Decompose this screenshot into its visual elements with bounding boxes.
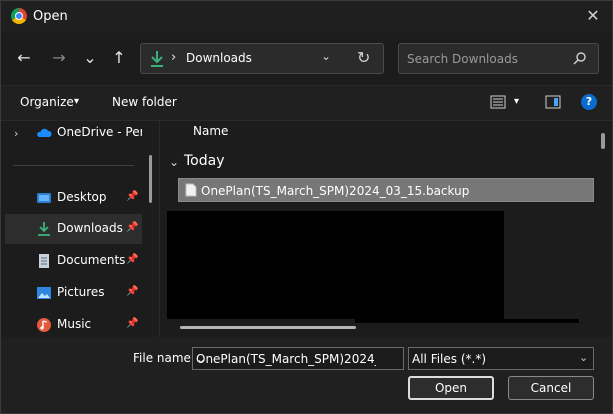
preview-pane-icon[interactable] <box>545 95 561 109</box>
search-box[interactable]: Search Downloads <box>398 43 599 74</box>
redacted-area <box>355 319 579 323</box>
search-input[interactable]: Search Downloads <box>407 52 518 66</box>
group-collapse-icon[interactable]: ⌄ <box>169 155 179 169</box>
sidebar-item-label: OneDrive - Perso <box>57 125 142 139</box>
sidebar-item-label: Pictures <box>57 285 105 299</box>
sidebar-item-music[interactable]: Music 📌 <box>5 310 142 340</box>
column-header-name[interactable]: Name <box>193 124 228 138</box>
file-name: OnePlan(TS_March_SPM)2024_03_15.backup <box>201 184 470 198</box>
desktop-icon <box>37 193 51 203</box>
sidebar-item-label: Documents <box>57 253 126 267</box>
pin-icon: 📌 <box>126 286 139 297</box>
file-name-label: File name: <box>133 351 195 365</box>
breadcrumb-separator: › <box>171 50 177 65</box>
open-button[interactable]: Open <box>408 376 494 400</box>
organize-dropdown-icon[interactable]: ▾ <box>74 96 79 107</box>
pin-icon: 📌 <box>126 318 139 329</box>
sidebar-item-label: Music <box>57 317 92 331</box>
refresh-icon[interactable]: ↻ <box>357 48 370 67</box>
pin-icon: 📌 <box>126 222 139 233</box>
sidebar-divider <box>13 165 134 166</box>
back-button[interactable]: ← <box>13 46 35 70</box>
search-icon <box>573 52 586 65</box>
sidebar-item-pictures[interactable]: Pictures 📌 <box>5 278 142 308</box>
chevron-down-icon[interactable]: ⌄ <box>196 352 376 366</box>
chevron-down-icon[interactable]: ⌄ <box>579 351 588 364</box>
address-bar[interactable]: › Downloads ⌄ ↻ <box>140 43 384 74</box>
pane-divider[interactable] <box>159 119 160 337</box>
window-title: Open <box>33 9 68 24</box>
file-name-field[interactable]: OnePlan(TS_March_SPM)2024_03_ ⌄ <box>192 347 404 370</box>
file-icon <box>185 183 197 197</box>
view-list-icon[interactable] <box>490 95 506 109</box>
sidebar-item-downloads[interactable]: Downloads 📌 <box>5 214 142 244</box>
pictures-icon <box>37 287 51 299</box>
cloud-icon <box>37 128 52 137</box>
download-icon <box>151 51 163 67</box>
command-bar: Organize ▾ New folder ▾ ? <box>1 85 612 121</box>
sidebar-item-onedrive[interactable]: OneDrive - Perso <box>5 118 142 148</box>
music-icon <box>37 318 51 332</box>
cancel-button[interactable]: Cancel <box>508 376 594 400</box>
open-dialog: Open ✕ ← → ⌄ ↑ › Downloads ⌄ ↻ Search Do… <box>0 0 613 414</box>
breadcrumb-downloads[interactable]: Downloads <box>186 51 252 65</box>
horizontal-scrollbar[interactable] <box>180 326 356 329</box>
download-icon <box>38 222 50 236</box>
documents-icon <box>39 254 49 268</box>
organize-button[interactable]: Organize <box>20 95 74 109</box>
redacted-area <box>167 211 504 319</box>
content-scrollbar[interactable] <box>601 133 605 149</box>
sidebar-scrollbar[interactable] <box>149 155 152 203</box>
file-type-value: All Files (*.*) <box>412 352 487 366</box>
file-type-select[interactable]: All Files (*.*) ⌄ <box>408 347 594 370</box>
pin-icon: 📌 <box>126 254 139 265</box>
view-dropdown-icon[interactable]: ▾ <box>514 96 519 107</box>
sidebar-item-desktop[interactable]: Desktop 📌 <box>5 183 142 213</box>
sidebar-item-label: Downloads <box>57 221 123 235</box>
title-bar: Open ✕ <box>1 1 612 33</box>
chevron-down-icon[interactable]: ⌄ <box>321 49 331 63</box>
pin-icon: 📌 <box>126 191 139 202</box>
group-header-today[interactable]: Today <box>184 153 225 169</box>
close-button[interactable]: ✕ <box>581 5 605 27</box>
sidebar-item-label: Desktop <box>57 190 107 204</box>
up-button[interactable]: ↑ <box>108 46 130 70</box>
sidebar-item-documents[interactable]: Documents 📌 <box>5 246 142 276</box>
forward-button[interactable]: → <box>48 46 70 70</box>
file-row[interactable]: OnePlan(TS_March_SPM)2024_03_15.backup <box>178 178 594 202</box>
chrome-icon <box>11 8 27 24</box>
help-icon[interactable]: ? <box>581 94 597 110</box>
recent-locations-button[interactable]: ⌄ <box>79 46 101 70</box>
new-folder-button[interactable]: New folder <box>112 95 177 109</box>
